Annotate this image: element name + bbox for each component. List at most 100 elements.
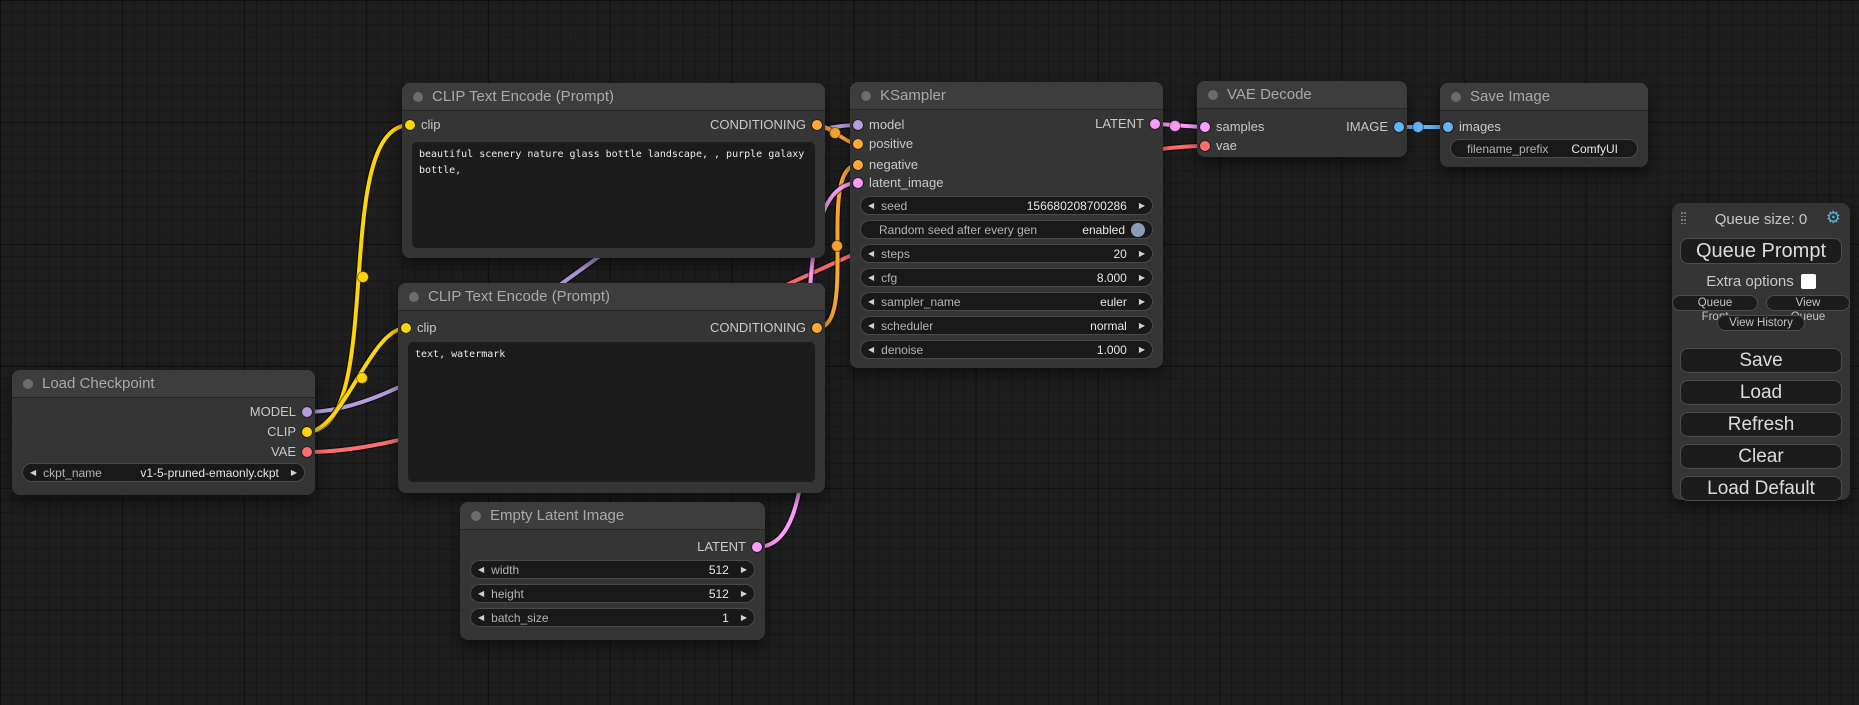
output-port-vae[interactable] xyxy=(302,447,312,457)
prev-value-icon[interactable]: ◀ xyxy=(478,566,484,574)
settings-gear-icon[interactable]: ⚙ xyxy=(1826,208,1841,228)
output-port-image[interactable] xyxy=(1394,122,1404,132)
input-port-negative[interactable] xyxy=(853,160,863,170)
collapse-dot-icon[interactable] xyxy=(23,379,33,389)
prev-value-icon[interactable]: ◀ xyxy=(868,346,874,354)
input-port-clip[interactable] xyxy=(401,323,411,333)
link-wire-clip-to-positive-prompt xyxy=(307,125,410,432)
input-label-clip: clip xyxy=(417,319,437,337)
prev-value-icon[interactable]: ◀ xyxy=(478,590,484,598)
sampler-name-widget[interactable]: ◀ sampler_name euler ▶ xyxy=(860,292,1153,311)
seed-widget[interactable]: ◀ seed 156680208700286 ▶ xyxy=(860,196,1153,215)
next-value-icon[interactable]: ▶ xyxy=(741,566,747,574)
view-history-button[interactable]: View History xyxy=(1717,315,1805,331)
link-midpoint-dot xyxy=(832,241,843,252)
node-title-bar[interactable]: Empty Latent Image xyxy=(460,502,765,530)
output-port-model[interactable] xyxy=(302,407,312,417)
collapse-dot-icon[interactable] xyxy=(1451,92,1461,102)
input-port-positive[interactable] xyxy=(853,139,863,149)
input-port-latent-image[interactable] xyxy=(853,178,863,188)
prompt-text-input[interactable]: text, watermark xyxy=(408,342,815,482)
collapse-dot-icon[interactable] xyxy=(1208,90,1218,100)
queue-prompt-button[interactable]: Queue Prompt xyxy=(1680,238,1842,264)
queue-size-label: Queue size: 0 xyxy=(1672,211,1850,228)
input-label-positive: positive xyxy=(869,135,913,153)
input-port-model[interactable] xyxy=(853,120,863,130)
prev-value-icon[interactable]: ◀ xyxy=(868,274,874,282)
comfyui-canvas[interactable]: { "colors":{ "model":"#B39DDB","clip":"#… xyxy=(0,0,1859,705)
extra-options-label: Extra options xyxy=(1706,273,1794,290)
node-vae-decode[interactable]: VAE Decode samples vae IMAGE xyxy=(1197,81,1407,157)
collapse-dot-icon[interactable] xyxy=(471,511,481,521)
output-port-latent[interactable] xyxy=(1150,119,1160,129)
output-port-clip[interactable] xyxy=(302,427,312,437)
next-value-icon[interactable]: ▶ xyxy=(1139,346,1145,354)
next-value-icon[interactable]: ▶ xyxy=(1139,298,1145,306)
clear-button[interactable]: Clear xyxy=(1680,444,1842,469)
load-default-button[interactable]: Load Default xyxy=(1680,476,1842,501)
next-value-icon[interactable]: ▶ xyxy=(1139,202,1145,210)
ckpt-name-widget[interactable]: ◀ ckpt_name v1-5-pruned-emaonly.ckpt ▶ xyxy=(22,463,305,482)
node-clip-text-encode-negative[interactable]: CLIP Text Encode (Prompt) clip CONDITION… xyxy=(398,283,825,493)
prev-value-icon[interactable]: ◀ xyxy=(868,322,874,330)
batch-size-widget[interactable]: ◀ batch_size 1 ▶ xyxy=(470,608,755,627)
view-queue-button[interactable]: View Queue xyxy=(1766,295,1850,311)
toggle-icon[interactable] xyxy=(1131,223,1145,237)
prev-value-icon[interactable]: ◀ xyxy=(478,614,484,622)
output-port-conditioning[interactable] xyxy=(812,323,822,333)
extra-options-checkbox[interactable] xyxy=(1801,274,1816,289)
prompt-text-input[interactable]: beautiful scenery nature glass bottle la… xyxy=(412,142,815,248)
prev-value-icon[interactable]: ◀ xyxy=(868,298,874,306)
prev-value-icon[interactable]: ◀ xyxy=(868,202,874,210)
refresh-button[interactable]: Refresh xyxy=(1680,412,1842,437)
input-port-samples[interactable] xyxy=(1200,122,1210,132)
widget-label: seed xyxy=(881,199,907,213)
width-widget[interactable]: ◀ width 512 ▶ xyxy=(470,560,755,579)
input-label-samples: samples xyxy=(1216,118,1264,136)
node-title-bar[interactable]: KSampler xyxy=(850,82,1163,110)
random-seed-widget[interactable]: Random seed after every gen enabled xyxy=(860,220,1153,239)
prev-value-icon[interactable]: ◀ xyxy=(30,469,36,477)
steps-widget[interactable]: ◀ steps 20 ▶ xyxy=(860,244,1153,263)
save-button[interactable]: Save xyxy=(1680,348,1842,373)
output-label-clip: CLIP xyxy=(267,423,296,441)
input-port-vae[interactable] xyxy=(1200,141,1210,151)
queue-front-button[interactable]: Queue Front xyxy=(1672,295,1758,311)
filename-prefix-widget[interactable]: filename_prefix ComfyUI xyxy=(1450,139,1638,158)
scheduler-widget[interactable]: ◀ scheduler normal ▶ xyxy=(860,316,1153,335)
output-port-latent[interactable] xyxy=(752,542,762,552)
node-save-image[interactable]: Save Image images filename_prefix ComfyU… xyxy=(1440,83,1648,167)
next-value-icon[interactable]: ▶ xyxy=(1139,274,1145,282)
widget-value: 156680208700286 xyxy=(1027,199,1127,213)
next-value-icon[interactable]: ▶ xyxy=(291,469,297,477)
node-load-checkpoint[interactable]: Load Checkpoint MODEL CLIP VAE ◀ ckpt_na… xyxy=(12,370,315,495)
next-value-icon[interactable]: ▶ xyxy=(1139,322,1145,330)
collapse-dot-icon[interactable] xyxy=(413,92,423,102)
height-widget[interactable]: ◀ height 512 ▶ xyxy=(470,584,755,603)
collapse-dot-icon[interactable] xyxy=(861,91,871,101)
next-value-icon[interactable]: ▶ xyxy=(1139,250,1145,258)
node-empty-latent-image[interactable]: Empty Latent Image LATENT ◀ width 512 ▶ … xyxy=(460,502,765,640)
input-port-images[interactable] xyxy=(1443,122,1453,132)
collapse-dot-icon[interactable] xyxy=(409,292,419,302)
widget-label: denoise xyxy=(881,343,923,357)
node-title-bar[interactable]: CLIP Text Encode (Prompt) xyxy=(402,83,825,111)
next-value-icon[interactable]: ▶ xyxy=(741,614,747,622)
widget-label: cfg xyxy=(881,271,897,285)
node-clip-text-encode-positive[interactable]: CLIP Text Encode (Prompt) clip CONDITION… xyxy=(402,83,825,258)
node-title: Save Image xyxy=(1470,88,1550,105)
node-title-bar[interactable]: CLIP Text Encode (Prompt) xyxy=(398,283,825,311)
input-port-clip[interactable] xyxy=(405,120,415,130)
queue-menu-panel[interactable]: Queue size: 0 ⚙ Queue Prompt Extra optio… xyxy=(1672,203,1850,500)
node-title-bar[interactable]: VAE Decode xyxy=(1197,81,1407,109)
denoise-widget[interactable]: ◀ denoise 1.000 ▶ xyxy=(860,340,1153,359)
output-port-conditioning[interactable] xyxy=(812,120,822,130)
next-value-icon[interactable]: ▶ xyxy=(741,590,747,598)
prev-value-icon[interactable]: ◀ xyxy=(868,250,874,258)
node-ksampler[interactable]: KSampler model positive negative latent_… xyxy=(850,82,1163,368)
node-title-bar[interactable]: Save Image xyxy=(1440,83,1648,111)
node-title-bar[interactable]: Load Checkpoint xyxy=(12,370,315,398)
cfg-widget[interactable]: ◀ cfg 8.000 ▶ xyxy=(860,268,1153,287)
link-midpoint-dot xyxy=(1170,121,1181,132)
load-button[interactable]: Load xyxy=(1680,380,1842,405)
